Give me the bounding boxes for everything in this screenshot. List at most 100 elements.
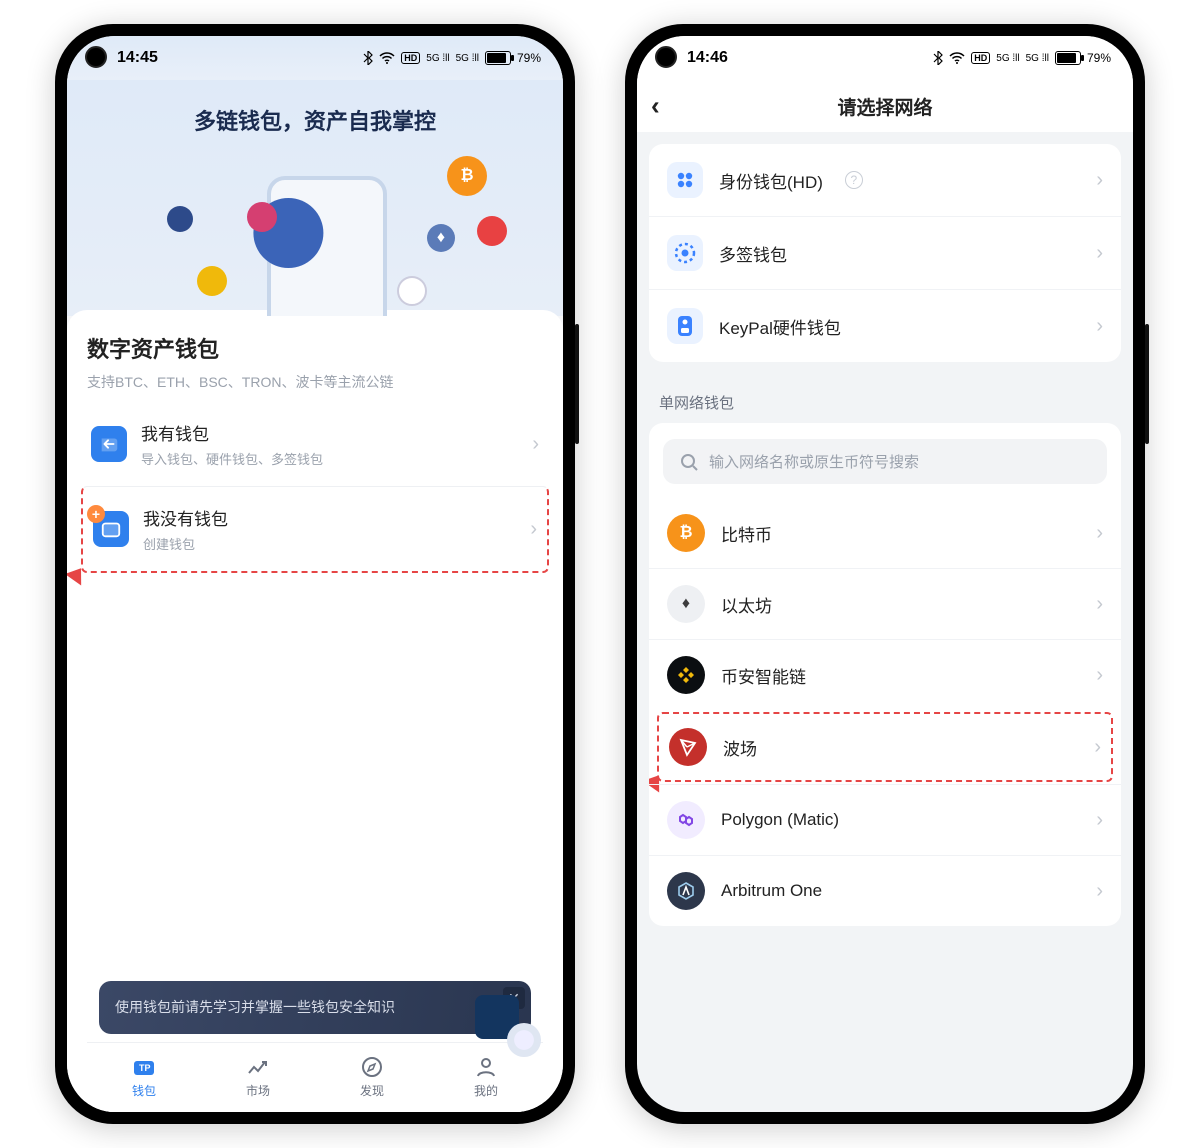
network-bitcoin[interactable]: ₿ 比特币 › xyxy=(649,498,1121,568)
bnb-icon xyxy=(667,656,705,694)
chevron-right-icon: › xyxy=(1096,169,1103,192)
tron-icon xyxy=(669,728,707,766)
avax-coin-icon xyxy=(477,216,507,246)
section-title: 单网络钱包 xyxy=(659,392,1133,413)
signal-5g-1-icon: 5G ⁞ll xyxy=(426,53,449,64)
row-title: KeyPal硬件钱包 xyxy=(719,314,841,339)
wifi-icon xyxy=(949,52,965,64)
hd-wallet-row[interactable]: 身份钱包(HD) ? › xyxy=(649,144,1121,216)
chevron-right-icon: › xyxy=(1096,880,1103,903)
search-icon xyxy=(679,452,699,472)
camera-hole-icon xyxy=(655,46,677,68)
keypal-icon xyxy=(667,308,703,344)
hero-title: 多链钱包，资产自我掌控 xyxy=(67,90,563,146)
network-arbitrum[interactable]: Arbitrum One › xyxy=(649,855,1121,926)
battery-percent: 79% xyxy=(517,51,541,65)
chevron-right-icon: › xyxy=(530,518,537,541)
i-dont-have-wallet-row[interactable]: 我没有钱包 创建钱包 › xyxy=(81,486,549,573)
multisig-icon xyxy=(667,235,703,271)
wallet-card: 数字资产钱包 支持BTC、ETH、BSC、TRON、波卡等主流公链 我有钱包 导… xyxy=(67,310,563,1112)
discover-tab-icon xyxy=(359,1056,385,1078)
wallet-type-group: 身份钱包(HD) ? › 多签钱包 › KeyPal硬件钱包 › xyxy=(649,144,1121,362)
wallet-tab-icon: TP xyxy=(131,1056,157,1078)
row-sub: 创建钱包 xyxy=(143,534,228,553)
network-name: Arbitrum One xyxy=(721,881,822,901)
phone-right: 14:46 HD 5G ⁞ll 5G ⁞ll 79% ‹ 请选择网络 身份钱包(… xyxy=(625,24,1145,1124)
battery-icon xyxy=(1055,51,1081,65)
battery-percent: 79% xyxy=(1087,51,1111,65)
tab-market[interactable]: 市场 xyxy=(245,1056,271,1099)
bitcoin-icon: ₿ xyxy=(667,514,705,552)
tab-label: 发现 xyxy=(360,1082,384,1099)
misc-coin-icon xyxy=(397,276,427,306)
status-bar: 14:45 HD 5G ⁞ll 5G ⁞ll 79% xyxy=(67,36,563,80)
hd-wallet-icon xyxy=(667,162,703,198)
chevron-right-icon: › xyxy=(1096,664,1103,687)
status-bar: 14:46 HD 5G ⁞ll 5G ⁞ll 79% xyxy=(637,36,1133,80)
banner-text: 使用钱包前请先学习并掌握一些钱包安全知识 xyxy=(115,999,395,1015)
network-bsc[interactable]: 币安智能链 › xyxy=(649,639,1121,710)
tab-wallet[interactable]: TP 钱包 xyxy=(131,1056,157,1099)
bitcoin-coin-icon: ₿ xyxy=(447,156,487,196)
tab-discover[interactable]: 发现 xyxy=(359,1056,385,1099)
tab-label: 我的 xyxy=(474,1082,498,1099)
keypal-wallet-row[interactable]: KeyPal硬件钱包 › xyxy=(649,289,1121,362)
network-search-input[interactable]: 输入网络名称或原生币符号搜索 xyxy=(663,439,1107,484)
astronaut-icon xyxy=(475,995,519,1039)
eth-dark-coin-icon xyxy=(167,206,193,232)
chevron-right-icon: › xyxy=(1096,242,1103,265)
i-have-wallet-row[interactable]: 我有钱包 导入钱包、硬件钱包、多签钱包 › xyxy=(87,402,543,486)
eth-coin-icon: ♦ xyxy=(427,224,455,252)
row-title: 我有钱包 xyxy=(141,420,323,445)
card-subtitle: 支持BTC、ETH、BSC、TRON、波卡等主流公链 xyxy=(87,372,543,392)
signal-5g-2-icon: 5G ⁞ll xyxy=(456,53,479,64)
phone-left: 14:45 HD 5G ⁞ll 5G ⁞ll 79% 多链钱包，资产自我掌控 ₿… xyxy=(55,24,575,1124)
hd-icon: HD xyxy=(971,52,990,64)
search-placeholder: 输入网络名称或原生币符号搜索 xyxy=(709,451,919,472)
import-wallet-icon xyxy=(91,426,127,462)
ethereum-icon: ♦ xyxy=(667,585,705,623)
back-button[interactable]: ‹ xyxy=(651,91,660,122)
nav-title: 请选择网络 xyxy=(837,93,932,120)
highlight-arrow-icon xyxy=(67,563,89,586)
polkadot-coin-icon xyxy=(247,202,277,232)
status-time: 14:46 xyxy=(687,49,728,67)
status-time: 14:45 xyxy=(117,49,158,67)
battery-icon xyxy=(485,51,511,65)
network-name: 以太坊 xyxy=(721,592,772,617)
nav-bar: ‹ 请选择网络 xyxy=(637,80,1133,132)
wifi-icon xyxy=(379,52,395,64)
tab-me[interactable]: 我的 xyxy=(473,1056,499,1099)
chevron-right-icon: › xyxy=(532,433,539,456)
status-indicators: HD 5G ⁞ll 5G ⁞ll 79% xyxy=(363,51,541,65)
bnb-coin-icon xyxy=(197,266,227,296)
bluetooth-icon xyxy=(933,51,943,65)
network-tron[interactable]: 波场 › xyxy=(657,712,1113,782)
tab-label: 钱包 xyxy=(132,1082,156,1099)
create-wallet-icon xyxy=(93,511,129,547)
row-sub: 导入钱包、硬件钱包、多签钱包 xyxy=(141,449,323,468)
polygon-icon xyxy=(667,801,705,839)
help-icon[interactable]: ? xyxy=(845,171,863,189)
svg-text:TP: TP xyxy=(139,1063,151,1073)
hero-section: 多链钱包，资产自我掌控 ₿ ♦ xyxy=(67,80,563,316)
camera-hole-icon xyxy=(85,46,107,68)
bluetooth-icon xyxy=(363,51,373,65)
row-title: 我没有钱包 xyxy=(143,505,228,530)
security-banner[interactable]: ✕ 使用钱包前请先学习并掌握一些钱包安全知识 xyxy=(99,981,531,1034)
tab-label: 市场 xyxy=(246,1082,270,1099)
chevron-right-icon: › xyxy=(1096,522,1103,545)
row-title: 多签钱包 xyxy=(719,241,787,266)
hero-illustration: ₿ ♦ xyxy=(67,146,563,316)
network-name: Polygon (Matic) xyxy=(721,810,839,830)
network-ethereum[interactable]: ♦ 以太坊 › xyxy=(649,568,1121,639)
chevron-right-icon: › xyxy=(1096,593,1103,616)
signal-5g-1-icon: 5G ⁞ll xyxy=(996,53,1019,64)
card-title: 数字资产钱包 xyxy=(87,332,543,364)
row-title: 身份钱包(HD) xyxy=(719,168,823,193)
signal-5g-2-icon: 5G ⁞ll xyxy=(1026,53,1049,64)
profile-tab-icon xyxy=(473,1056,499,1078)
bottom-tabbar: TP 钱包 市场 发现 xyxy=(87,1042,543,1112)
network-polygon[interactable]: Polygon (Matic) › xyxy=(649,784,1121,855)
multisig-wallet-row[interactable]: 多签钱包 › xyxy=(649,216,1121,289)
